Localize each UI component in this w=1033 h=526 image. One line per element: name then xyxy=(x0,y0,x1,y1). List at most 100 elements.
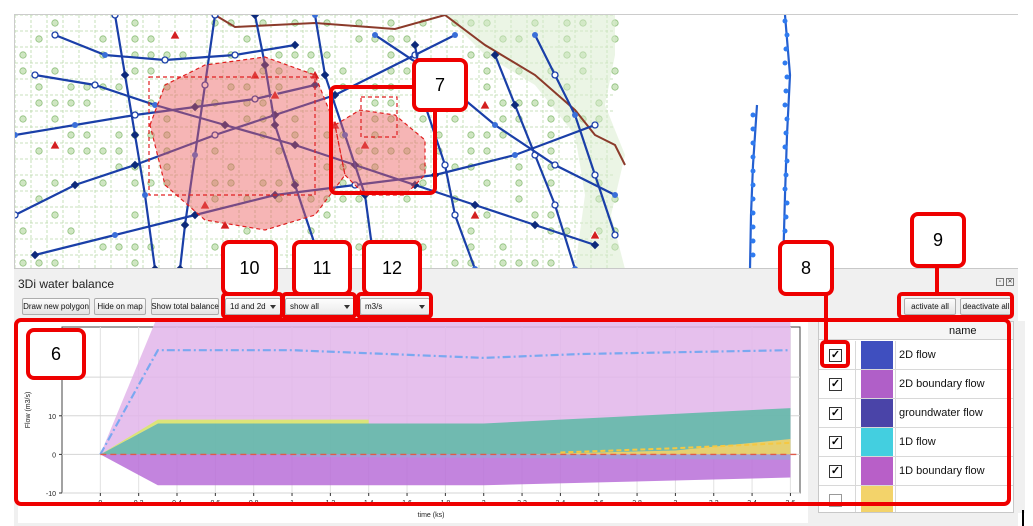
show-total-balance-button[interactable]: Show total balance xyxy=(151,298,219,315)
mesh-node xyxy=(243,35,251,43)
connection-node xyxy=(180,220,190,230)
mesh-node xyxy=(387,35,395,43)
map-canvas[interactable] xyxy=(14,14,1018,268)
mesh-node xyxy=(19,259,27,267)
mesh-node xyxy=(35,259,43,267)
mesh-node xyxy=(35,35,43,43)
node xyxy=(784,32,790,38)
mesh-node xyxy=(131,211,139,219)
node xyxy=(783,46,789,52)
mesh-node xyxy=(467,51,475,59)
mesh-node xyxy=(451,259,459,267)
mesh-node xyxy=(51,99,59,107)
node xyxy=(512,152,518,158)
callout-8: 8 xyxy=(778,240,834,296)
mesh-node xyxy=(403,195,411,203)
mesh-node xyxy=(99,179,107,187)
mesh-node xyxy=(515,179,523,187)
node xyxy=(783,130,789,136)
node xyxy=(112,232,118,238)
manhole-node xyxy=(551,161,559,169)
mesh-node xyxy=(499,243,507,251)
mesh-node xyxy=(131,259,139,267)
manhole-node xyxy=(131,111,139,119)
node xyxy=(782,144,788,150)
mesh-node xyxy=(403,35,411,43)
node xyxy=(750,112,756,118)
mesh-node xyxy=(51,259,59,267)
node xyxy=(532,32,538,38)
warning-triangle-icon xyxy=(479,99,491,110)
mesh-node xyxy=(387,51,395,59)
mesh-node xyxy=(51,179,59,187)
edge-mark xyxy=(1022,510,1024,526)
mesh-node xyxy=(35,83,43,91)
mesh-node xyxy=(531,99,539,107)
hide-on-map-button[interactable]: Hide on map xyxy=(94,298,146,315)
mesh-node xyxy=(355,195,363,203)
node xyxy=(492,122,498,128)
manhole-node xyxy=(591,171,599,179)
mesh-node xyxy=(51,211,59,219)
checkbox-highlight-box xyxy=(820,340,850,368)
mesh-node xyxy=(515,259,523,267)
mesh-node xyxy=(387,19,395,27)
float-panel-button[interactable]: ▫ xyxy=(996,278,1004,286)
manhole-node xyxy=(211,15,219,19)
node xyxy=(312,15,318,18)
mesh-node xyxy=(515,163,523,171)
manhole-node xyxy=(591,121,599,129)
mesh-node xyxy=(483,83,491,91)
manhole-node xyxy=(161,56,169,64)
callout-8-pointer xyxy=(824,293,828,341)
mesh-node xyxy=(19,227,27,235)
mesh-node xyxy=(19,51,27,59)
filter-highlight-box xyxy=(281,292,357,319)
mesh-node xyxy=(131,35,139,43)
mesh-node xyxy=(547,131,555,139)
node xyxy=(783,88,789,94)
units-highlight-box xyxy=(356,292,433,319)
node xyxy=(15,132,18,138)
legend-scrollbar[interactable] xyxy=(1015,321,1025,513)
mesh-node xyxy=(243,227,251,235)
mesh-node xyxy=(451,115,459,123)
mesh-node xyxy=(483,179,491,187)
mesh-node xyxy=(115,131,123,139)
mesh-node xyxy=(547,179,555,187)
mesh-node xyxy=(51,115,59,123)
node xyxy=(782,18,788,24)
draw-new-polygon-button[interactable]: Draw new polygon xyxy=(22,298,90,315)
node xyxy=(750,154,756,160)
mesh-node xyxy=(99,147,107,155)
mesh-node xyxy=(467,147,475,155)
node xyxy=(784,158,790,164)
mesh-node xyxy=(179,51,187,59)
mesh-node xyxy=(483,131,491,139)
mesh-node xyxy=(67,99,75,107)
connection-node xyxy=(70,180,80,190)
mesh-node xyxy=(547,211,555,219)
manhole-node xyxy=(91,81,99,89)
connection-node xyxy=(130,130,140,140)
mesh-node xyxy=(611,83,619,91)
node xyxy=(452,32,458,38)
mesh-node xyxy=(19,115,27,123)
selection-polygon xyxy=(149,56,346,231)
mesh-node xyxy=(483,147,491,155)
panel-title: 3Di water balance xyxy=(18,277,115,291)
manhole-node xyxy=(15,211,19,219)
node xyxy=(612,192,618,198)
mesh-node xyxy=(35,99,43,107)
callout-10: 10 xyxy=(221,240,278,296)
close-panel-button[interactable]: ✕ xyxy=(1006,278,1014,286)
connection-node xyxy=(290,40,300,50)
mesh-node xyxy=(67,227,75,235)
mesh-node xyxy=(467,131,475,139)
panel-window-buttons: ▫ ✕ xyxy=(996,278,1014,286)
screenshot-root: 3Di water balance ▫ ✕ Draw new polygon H… xyxy=(0,0,1033,526)
node xyxy=(372,32,378,38)
node xyxy=(72,122,78,128)
connection-node xyxy=(410,40,420,50)
manhole-node xyxy=(611,231,619,239)
